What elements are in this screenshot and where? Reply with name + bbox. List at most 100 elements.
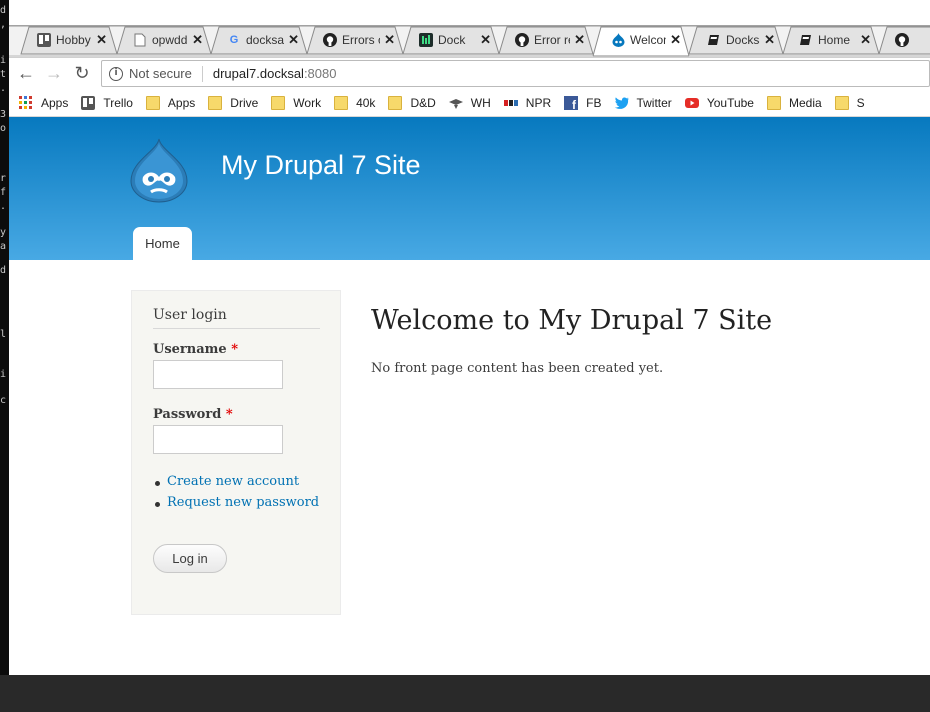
bookmark-label: NPR: [525, 95, 552, 110]
bookmark-label: D&D: [410, 95, 436, 110]
tab-docker[interactable]: Dock ✕: [409, 26, 497, 54]
back-arrow-icon[interactable]: ←: [15, 62, 37, 84]
tab-docksal-search[interactable]: G docksal ✕: [217, 26, 305, 54]
required-mark: *: [225, 407, 233, 422]
terminal-char: l: [0, 329, 7, 340]
close-icon[interactable]: ✕: [96, 32, 107, 48]
tab-errors-github[interactable]: Errors o ✕: [313, 26, 401, 54]
github-icon: [895, 33, 909, 47]
tab-label: Docksa: [726, 33, 760, 47]
bookmark-apps[interactable]: Apps: [19, 96, 68, 110]
tab-docksal-docs[interactable]: Docksa ✕: [697, 26, 781, 54]
bookmark-folder-s[interactable]: S: [834, 95, 865, 110]
npr-icon: [503, 96, 518, 110]
bookmarks-bar: Apps Trello Apps Drive Work 40k D&D WH N…: [9, 89, 930, 117]
bookmark-label: Apps: [167, 95, 196, 110]
url-host[interactable]: drupal7.docksal: [213, 66, 304, 81]
terminal-char: d: [0, 265, 7, 276]
page-icon: [133, 33, 147, 47]
tab-github-partial[interactable]: [885, 26, 930, 54]
bookmark-npr[interactable]: NPR: [503, 95, 552, 110]
bookmark-wh[interactable]: WH: [448, 95, 491, 110]
folder-icon: [145, 95, 160, 110]
tab-label: Home: [818, 33, 851, 47]
tab-home[interactable]: Home ✕: [789, 26, 877, 54]
terminal-char: ,: [0, 19, 7, 30]
bookmark-folder-work[interactable]: Work: [271, 95, 321, 110]
user-login-block: User login Username * Password * Create …: [131, 290, 341, 615]
bookmark-label: Trello: [103, 95, 133, 110]
bookmark-folder-apps[interactable]: Apps: [145, 95, 196, 110]
forward-arrow-icon[interactable]: →: [43, 62, 65, 84]
bookmark-label: Twitter: [636, 95, 672, 110]
request-password-link[interactable]: Request new password: [153, 495, 319, 510]
terminal-char: t: [0, 69, 7, 80]
main-menu-home-tab[interactable]: Home: [133, 227, 192, 260]
terminal-char: 3: [0, 109, 7, 120]
username-input[interactable]: [153, 360, 283, 389]
password-input[interactable]: [153, 425, 283, 454]
address-bar[interactable]: i Not secure drupal7.docksal:8080: [101, 60, 930, 87]
github-icon: [323, 33, 337, 47]
bookmark-fb[interactable]: f FB: [564, 95, 602, 112]
create-account-link[interactable]: Create new account: [153, 474, 319, 489]
password-label-text: Password: [153, 407, 222, 422]
bookmark-folder-dnd[interactable]: D&D: [388, 95, 436, 110]
apps-grid-icon: [19, 96, 33, 109]
site-name[interactable]: My Drupal 7 Site: [221, 150, 421, 181]
tab-label: Dock: [438, 33, 466, 47]
close-icon[interactable]: ✕: [670, 32, 681, 48]
close-icon[interactable]: ✕: [288, 32, 299, 48]
log-in-button[interactable]: Log in: [153, 544, 227, 573]
close-icon[interactable]: ✕: [384, 32, 395, 48]
bookmark-label: S: [856, 95, 865, 110]
username-label-text: Username: [153, 342, 227, 357]
folder-icon: [334, 95, 349, 110]
bookmark-trello[interactable]: Trello: [81, 95, 133, 110]
block-title: User login: [153, 307, 320, 329]
book-icon: [707, 33, 721, 47]
bookmark-folder-media[interactable]: Media: [766, 95, 822, 110]
bookmark-twitter[interactable]: Twitter: [614, 95, 672, 110]
trello-icon: [81, 95, 96, 110]
required-mark: *: [231, 342, 239, 357]
background-terminal-edge: d , i t . 3 o r f . y a d l i c: [0, 0, 9, 712]
close-icon[interactable]: ✕: [574, 32, 585, 48]
bookmark-folder-40k[interactable]: 40k: [334, 95, 375, 110]
security-status[interactable]: Not secure: [129, 66, 192, 81]
bookmark-youtube[interactable]: YouTube: [684, 96, 754, 110]
close-icon[interactable]: ✕: [860, 32, 871, 48]
google-icon: G: [229, 34, 239, 46]
front-page-message: No front page content has been created y…: [371, 361, 664, 376]
close-icon[interactable]: ✕: [192, 32, 203, 48]
terminal-char: .: [0, 83, 7, 94]
tab-label: Errors o: [342, 33, 380, 47]
username-label: Username *: [153, 342, 238, 357]
tab-error-report-github[interactable]: Error re ✕: [505, 26, 591, 54]
terminal-char: y: [0, 227, 7, 238]
trello-icon: [37, 33, 51, 47]
docker-icon: [419, 33, 433, 47]
bookmark-label: WH: [470, 95, 491, 110]
url-port[interactable]: :8080: [304, 66, 337, 81]
bookmark-folder-drive[interactable]: Drive: [208, 95, 258, 110]
terminal-char: a: [0, 241, 7, 252]
bookmark-label: Apps: [41, 95, 69, 110]
bookmark-label: FB: [586, 95, 602, 110]
browser-toolbar: ← → ↻ i Not secure drupal7.docksal:8080: [9, 57, 930, 89]
terminal-char: f: [0, 187, 7, 198]
tab-label: Error re: [534, 33, 570, 47]
close-icon[interactable]: ✕: [480, 32, 491, 48]
folder-icon: [766, 95, 781, 110]
tab-welcome-active[interactable]: Welcom ✕: [601, 26, 687, 54]
folder-icon: [834, 95, 849, 110]
facebook-icon: f: [564, 95, 579, 112]
site-header: My Drupal 7 Site Home: [9, 117, 930, 260]
page-title: Welcome to My Drupal 7 Site: [371, 305, 773, 336]
reload-icon[interactable]: ↻: [71, 62, 93, 84]
tab-opwdd[interactable]: opwdd ✕: [123, 26, 209, 54]
close-icon[interactable]: ✕: [764, 32, 775, 48]
info-icon[interactable]: i: [109, 66, 123, 81]
tab-hobby[interactable]: Hobby ✕: [27, 26, 113, 54]
drupal-logo[interactable]: [129, 137, 189, 203]
